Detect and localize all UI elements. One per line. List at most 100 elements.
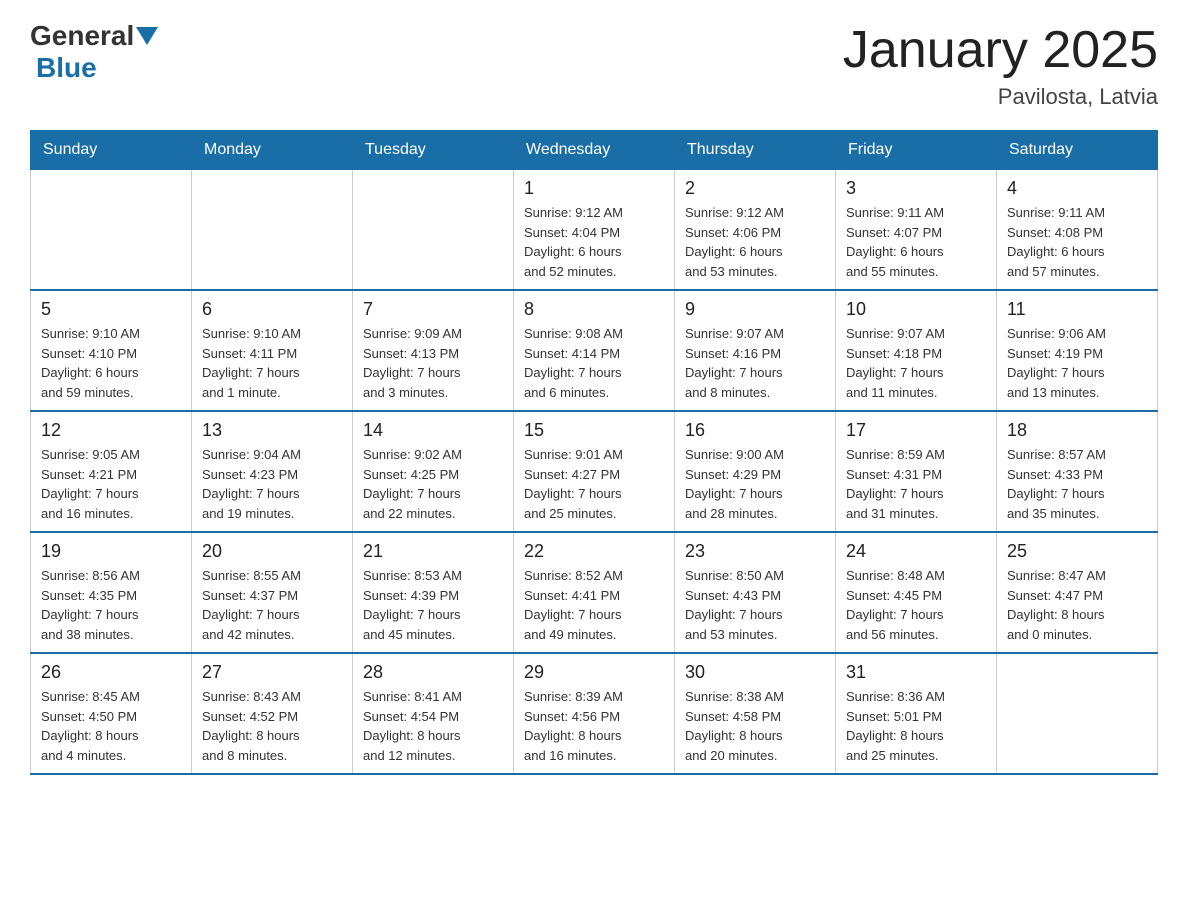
day-number: 30	[685, 662, 825, 683]
day-info: Sunrise: 9:11 AMSunset: 4:07 PMDaylight:…	[846, 203, 986, 281]
day-number: 17	[846, 420, 986, 441]
day-info: Sunrise: 8:50 AMSunset: 4:43 PMDaylight:…	[685, 566, 825, 644]
calendar-cell: 18 Sunrise: 8:57 AMSunset: 4:33 PMDayligh…	[997, 411, 1158, 532]
calendar-cell: 12 Sunrise: 9:05 AMSunset: 4:21 PMDayligh…	[31, 411, 192, 532]
day-number: 16	[685, 420, 825, 441]
calendar-cell: 14 Sunrise: 9:02 AMSunset: 4:25 PMDayligh…	[353, 411, 514, 532]
day-info: Sunrise: 8:36 AMSunset: 5:01 PMDaylight:…	[846, 687, 986, 765]
calendar-cell: 4Sunrise: 9:11 AMSunset: 4:08 PMDaylight…	[997, 170, 1158, 291]
day-number: 10	[846, 299, 986, 320]
day-info: Sunrise: 8:48 AMSunset: 4:45 PMDaylight:…	[846, 566, 986, 644]
day-number: 5	[41, 299, 181, 320]
day-info: Sunrise: 8:52 AMSunset: 4:41 PMDaylight:…	[524, 566, 664, 644]
calendar-cell: 28 Sunrise: 8:41 AMSunset: 4:54 PMDayligh…	[353, 653, 514, 774]
day-number: 7	[363, 299, 503, 320]
day-info: Sunrise: 8:43 AMSunset: 4:52 PMDaylight:…	[202, 687, 342, 765]
calendar-week-5: 26 Sunrise: 8:45 AMSunset: 4:50 PMDayligh…	[31, 653, 1158, 774]
day-info: Sunrise: 8:39 AMSunset: 4:56 PMDaylight:…	[524, 687, 664, 765]
day-number: 25	[1007, 541, 1147, 562]
calendar-cell: 16 Sunrise: 9:00 AMSunset: 4:29 PMDayligh…	[675, 411, 836, 532]
logo-triangle-icon	[136, 27, 158, 49]
day-number: 6	[202, 299, 342, 320]
day-info: Sunrise: 8:53 AMSunset: 4:39 PMDaylight:…	[363, 566, 503, 644]
day-info: Sunrise: 8:56 AMSunset: 4:35 PMDaylight:…	[41, 566, 181, 644]
day-number: 28	[363, 662, 503, 683]
day-number: 18	[1007, 420, 1147, 441]
day-info: Sunrise: 9:06 AMSunset: 4:19 PMDaylight:…	[1007, 324, 1147, 402]
calendar-subtitle: Pavilosta, Latvia	[843, 84, 1158, 110]
calendar-cell: 8 Sunrise: 9:08 AMSunset: 4:14 PMDaylight…	[514, 290, 675, 411]
weekday-header-saturday: Saturday	[997, 131, 1158, 170]
day-number: 2	[685, 178, 825, 199]
logo-general-text: General	[30, 20, 134, 52]
calendar-cell: 17 Sunrise: 8:59 AMSunset: 4:31 PMDayligh…	[836, 411, 997, 532]
calendar-cell: 6 Sunrise: 9:10 AMSunset: 4:11 PMDaylight…	[192, 290, 353, 411]
calendar-cell	[31, 170, 192, 291]
logo: General Blue	[30, 20, 158, 84]
day-number: 14	[363, 420, 503, 441]
calendar-cell	[353, 170, 514, 291]
day-number: 11	[1007, 299, 1147, 320]
day-info: Sunrise: 9:12 AMSunset: 4:04 PMDaylight:…	[524, 203, 664, 281]
day-number: 29	[524, 662, 664, 683]
calendar-cell: 15Sunrise: 9:01 AMSunset: 4:27 PMDayligh…	[514, 411, 675, 532]
calendar-week-4: 19Sunrise: 8:56 AMSunset: 4:35 PMDayligh…	[31, 532, 1158, 653]
calendar-cell: 7Sunrise: 9:09 AMSunset: 4:13 PMDaylight…	[353, 290, 514, 411]
calendar-cell: 9Sunrise: 9:07 AMSunset: 4:16 PMDaylight…	[675, 290, 836, 411]
day-number: 12	[41, 420, 181, 441]
calendar-cell: 31Sunrise: 8:36 AMSunset: 5:01 PMDayligh…	[836, 653, 997, 774]
day-number: 1	[524, 178, 664, 199]
calendar-cell: 21Sunrise: 8:53 AMSunset: 4:39 PMDayligh…	[353, 532, 514, 653]
day-number: 24	[846, 541, 986, 562]
day-info: Sunrise: 9:10 AMSunset: 4:11 PMDaylight:…	[202, 324, 342, 402]
day-info: Sunrise: 9:00 AMSunset: 4:29 PMDaylight:…	[685, 445, 825, 523]
calendar-cell: 26 Sunrise: 8:45 AMSunset: 4:50 PMDayligh…	[31, 653, 192, 774]
page-header: General Blue January 2025 Pavilosta, Lat…	[30, 20, 1158, 110]
calendar-title: January 2025	[843, 20, 1158, 80]
day-info: Sunrise: 9:02 AMSunset: 4:25 PMDaylight:…	[363, 445, 503, 523]
calendar-week-2: 5 Sunrise: 9:10 AMSunset: 4:10 PMDaylight…	[31, 290, 1158, 411]
day-info: Sunrise: 9:04 AMSunset: 4:23 PMDaylight:…	[202, 445, 342, 523]
day-info: Sunrise: 8:38 AMSunset: 4:58 PMDaylight:…	[685, 687, 825, 765]
day-info: Sunrise: 9:05 AMSunset: 4:21 PMDaylight:…	[41, 445, 181, 523]
calendar-cell: 11 Sunrise: 9:06 AMSunset: 4:19 PMDayligh…	[997, 290, 1158, 411]
weekday-header-wednesday: Wednesday	[514, 131, 675, 170]
calendar-header: SundayMondayTuesdayWednesdayThursdayFrid…	[31, 131, 1158, 170]
weekday-header-thursday: Thursday	[675, 131, 836, 170]
weekday-header-monday: Monday	[192, 131, 353, 170]
weekday-header-friday: Friday	[836, 131, 997, 170]
day-info: Sunrise: 8:57 AMSunset: 4:33 PMDaylight:…	[1007, 445, 1147, 523]
calendar-cell	[997, 653, 1158, 774]
day-info: Sunrise: 9:10 AMSunset: 4:10 PMDaylight:…	[41, 324, 181, 402]
day-info: Sunrise: 8:45 AMSunset: 4:50 PMDaylight:…	[41, 687, 181, 765]
calendar-cell: 27 Sunrise: 8:43 AMSunset: 4:52 PMDayligh…	[192, 653, 353, 774]
calendar-cell: 2 Sunrise: 9:12 AMSunset: 4:06 PMDaylight…	[675, 170, 836, 291]
day-number: 13	[202, 420, 342, 441]
day-info: Sunrise: 9:08 AMSunset: 4:14 PMDaylight:…	[524, 324, 664, 402]
calendar-cell: 24 Sunrise: 8:48 AMSunset: 4:45 PMDayligh…	[836, 532, 997, 653]
calendar-week-3: 12 Sunrise: 9:05 AMSunset: 4:21 PMDayligh…	[31, 411, 1158, 532]
day-number: 20	[202, 541, 342, 562]
day-number: 3	[846, 178, 986, 199]
day-number: 8	[524, 299, 664, 320]
day-info: Sunrise: 9:12 AMSunset: 4:06 PMDaylight:…	[685, 203, 825, 281]
calendar-cell: 10Sunrise: 9:07 AMSunset: 4:18 PMDayligh…	[836, 290, 997, 411]
calendar-table: SundayMondayTuesdayWednesdayThursdayFrid…	[30, 130, 1158, 775]
weekday-header-row: SundayMondayTuesdayWednesdayThursdayFrid…	[31, 131, 1158, 170]
weekday-header-sunday: Sunday	[31, 131, 192, 170]
day-info: Sunrise: 8:47 AMSunset: 4:47 PMDaylight:…	[1007, 566, 1147, 644]
calendar-cell: 3 Sunrise: 9:11 AMSunset: 4:07 PMDaylight…	[836, 170, 997, 291]
day-number: 9	[685, 299, 825, 320]
calendar-cell	[192, 170, 353, 291]
title-area: January 2025 Pavilosta, Latvia	[843, 20, 1158, 110]
day-info: Sunrise: 8:41 AMSunset: 4:54 PMDaylight:…	[363, 687, 503, 765]
calendar-cell: 20Sunrise: 8:55 AMSunset: 4:37 PMDayligh…	[192, 532, 353, 653]
calendar-cell: 19Sunrise: 8:56 AMSunset: 4:35 PMDayligh…	[31, 532, 192, 653]
calendar-body: 1 Sunrise: 9:12 AMSunset: 4:04 PMDaylight…	[31, 170, 1158, 775]
day-info: Sunrise: 8:59 AMSunset: 4:31 PMDaylight:…	[846, 445, 986, 523]
day-number: 26	[41, 662, 181, 683]
calendar-cell: 22Sunrise: 8:52 AMSunset: 4:41 PMDayligh…	[514, 532, 675, 653]
day-number: 15	[524, 420, 664, 441]
calendar-cell: 29 Sunrise: 8:39 AMSunset: 4:56 PMDayligh…	[514, 653, 675, 774]
day-number: 27	[202, 662, 342, 683]
